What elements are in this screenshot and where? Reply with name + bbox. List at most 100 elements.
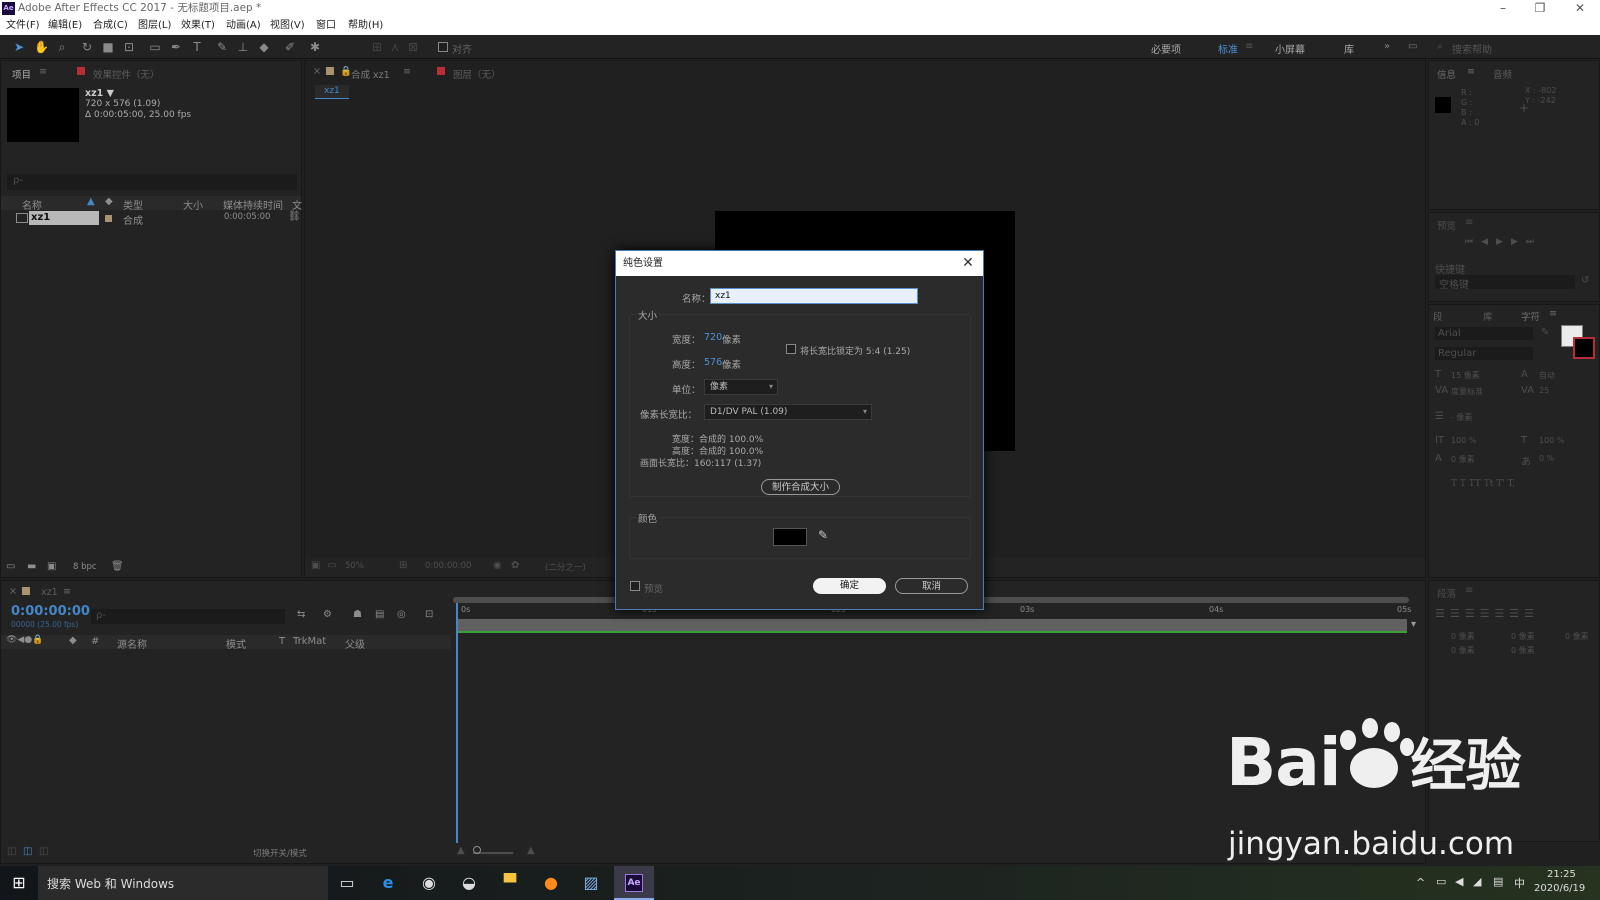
cancel-button[interactable]: 取消 [895, 578, 968, 594]
menu-edit[interactable]: 编辑(E) [48, 17, 82, 35]
eyedropper-icon[interactable]: ✎ [818, 528, 828, 542]
world-axis-icon[interactable]: ⋏ [388, 40, 402, 54]
units-dropdown[interactable]: 像素 ▾ [704, 379, 778, 395]
zoom-tool-icon[interactable]: ⌕ [55, 40, 69, 54]
edge-browser-icon[interactable]: e [375, 871, 401, 895]
clock-date[interactable]: 2020/6/19 [1534, 883, 1585, 894]
menu-view[interactable]: 视图(V) [270, 17, 305, 35]
show-hidden-icons[interactable]: ^ [1416, 876, 1425, 889]
paint-icon[interactable]: ▨ [578, 871, 604, 895]
menu-help[interactable]: 帮助(H) [348, 17, 383, 35]
more-workspaces-icon[interactable]: » [1384, 41, 1390, 52]
minimize-icon[interactable]: – [1485, 0, 1521, 17]
pen-tool-icon[interactable]: ✒ [169, 40, 183, 54]
pixel-aspect-dropdown[interactable]: D1/DV PAL (1.09) ▾ [704, 404, 872, 420]
height-unit: 像素 [722, 360, 742, 371]
solid-settings-dialog: 纯色设置 ✕ 名称： 大小 宽度： 720 像素 高度： 576 像素 将长宽比… [615, 250, 984, 610]
menu-layer[interactable]: 图层(L) [138, 17, 171, 35]
workspace-small-screen[interactable]: 小屏幕 [1275, 41, 1305, 56]
close-icon[interactable]: ✕ [1562, 0, 1598, 17]
file-explorer-icon[interactable]: ▀ [497, 871, 523, 895]
local-axis-icon[interactable]: ⊞ [370, 40, 384, 54]
rectangle-tool-icon[interactable]: ▭ [148, 40, 162, 54]
width-value[interactable]: 720 [704, 332, 722, 343]
par-label: 像素长宽比： [640, 410, 698, 421]
watermark-brand-cn: 经验 [1410, 734, 1521, 799]
make-comp-size-button[interactable]: 制作合成大小 [761, 479, 840, 495]
workspace-menu-icon[interactable]: ≡ [1245, 41, 1253, 52]
width-label: 宽度： [672, 335, 701, 346]
color-swatch[interactable] [773, 528, 807, 546]
after-effects-icon: Ae [625, 874, 643, 892]
workspace-libraries[interactable]: 库 [1344, 41, 1354, 56]
lock-aspect-checkbox[interactable] [786, 344, 796, 354]
watermark-brand: Bai 经验 [1226, 718, 1521, 802]
watermark-brand-text: Bai [1226, 724, 1341, 801]
workspace-essentials[interactable]: 必要项 [1151, 41, 1181, 56]
firefox-icon[interactable]: ● [538, 871, 564, 895]
roto-brush-tool-icon[interactable]: ✐ [283, 40, 297, 54]
taskbar-search-box[interactable]: 搜索 Web 和 Windows [38, 866, 328, 900]
ime-indicator[interactable]: 中 [1514, 875, 1525, 891]
search-help-toggle-icon[interactable]: ▭ [1408, 41, 1417, 52]
type-tool-icon[interactable]: T [190, 40, 204, 54]
brush-tool-icon[interactable]: ✎ [215, 40, 229, 54]
taskbar-ae-button[interactable]: Ae [614, 866, 654, 900]
windows-start-icon[interactable]: ⊞ [6, 871, 32, 895]
camera-tool-icon[interactable]: ■ [101, 40, 115, 54]
snap-label: 对齐 [452, 45, 472, 56]
menu-effect[interactable]: 效果(T) [181, 17, 215, 35]
pinned-app-icon[interactable]: ◒ [456, 871, 482, 895]
color-group-label: 颜色 [636, 511, 660, 525]
menu-file[interactable]: 文件(F) [6, 17, 40, 35]
units-label: 单位： [672, 385, 701, 396]
battery-icon[interactable]: ▭ [1436, 875, 1446, 888]
hand-tool-icon[interactable]: ✋ [34, 40, 49, 54]
par-value: D1/DV PAL (1.09) [710, 407, 788, 417]
restore-icon[interactable]: ❐ [1522, 0, 1558, 17]
eraser-tool-icon[interactable]: ◆ [257, 40, 271, 54]
search-help-input[interactable]: 搜索帮助 [1452, 41, 1492, 56]
width-unit: 像素 [722, 335, 742, 346]
search-help-icon: ⌕ [1437, 41, 1443, 52]
puppet-tool-icon[interactable]: ✱ [308, 40, 322, 54]
tools-toolbar: ➤ ✋ ⌕ ↻ ■ ⊡ ▭ ✒ T ✎ ⊥ ◆ ✐ ✱ ⊞ ⋏ ⊠ 对齐 必要项… [0, 35, 1600, 59]
dialog-title: 纯色设置 [616, 251, 983, 276]
rotate-tool-icon[interactable]: ↻ [80, 40, 94, 54]
view-axis-icon[interactable]: ⊠ [406, 40, 420, 54]
menu-bar: 文件(F) 编辑(E) 合成(C) 图层(L) 效果(T) 动画(A) 视图(V… [0, 17, 1600, 35]
chevron-down-icon: ▾ [862, 407, 867, 416]
workspace-standard[interactable]: 标准 [1218, 41, 1238, 56]
preview-checkbox[interactable] [630, 581, 640, 591]
size-group-label: 大小 [636, 308, 660, 322]
windows-taskbar: ⊞ 搜索 Web 和 Windows ▭ e ◉ ◒ ▀ ● ▨ Ae ^ ▭ … [0, 866, 1600, 900]
network-icon[interactable]: ◢ [1473, 875, 1481, 888]
volume-icon[interactable]: ◀ [1455, 875, 1463, 888]
height-value[interactable]: 576 [704, 357, 722, 368]
chevron-down-icon: ▾ [768, 382, 773, 391]
lock-aspect-label: 将长宽比锁定为 5:4 (1.25) [800, 347, 911, 357]
height-label: 高度： [672, 360, 701, 371]
selection-tool-icon[interactable]: ➤ [12, 40, 26, 54]
paw-icon [1340, 718, 1415, 788]
ok-button[interactable]: 确定 [813, 578, 886, 594]
clone-stamp-tool-icon[interactable]: ⊥ [236, 40, 250, 54]
watermark-url: jingyan.baidu.com [1228, 826, 1515, 862]
app-icon[interactable]: ◉ [416, 871, 442, 895]
solid-name-input[interactable] [710, 288, 918, 304]
clock-time[interactable]: 21:25 [1547, 869, 1576, 880]
menu-composition[interactable]: 合成(C) [93, 17, 128, 35]
frame-aspect: 画面长宽比：160:117 (1.37) [640, 459, 762, 469]
units-value: 像素 [710, 382, 729, 392]
title-bar: Ae Adobe After Effects CC 2017 - 无标题项目.a… [0, 0, 1600, 17]
dialog-close-icon[interactable]: ✕ [959, 254, 977, 272]
preview-label: 预览 [644, 584, 664, 595]
menu-window[interactable]: 窗口 [316, 17, 336, 35]
action-center-icon[interactable]: ▤ [1493, 875, 1503, 888]
taskbar-search-text: 搜索 Web 和 Windows [47, 877, 175, 891]
snap-checkbox[interactable] [438, 42, 448, 52]
menu-animation[interactable]: 动画(A) [226, 17, 261, 35]
task-view-icon[interactable]: ▭ [334, 871, 360, 895]
window-title: Adobe After Effects CC 2017 - 无标题项目.aep … [18, 2, 262, 14]
pan-behind-tool-icon[interactable]: ⊡ [122, 40, 136, 54]
